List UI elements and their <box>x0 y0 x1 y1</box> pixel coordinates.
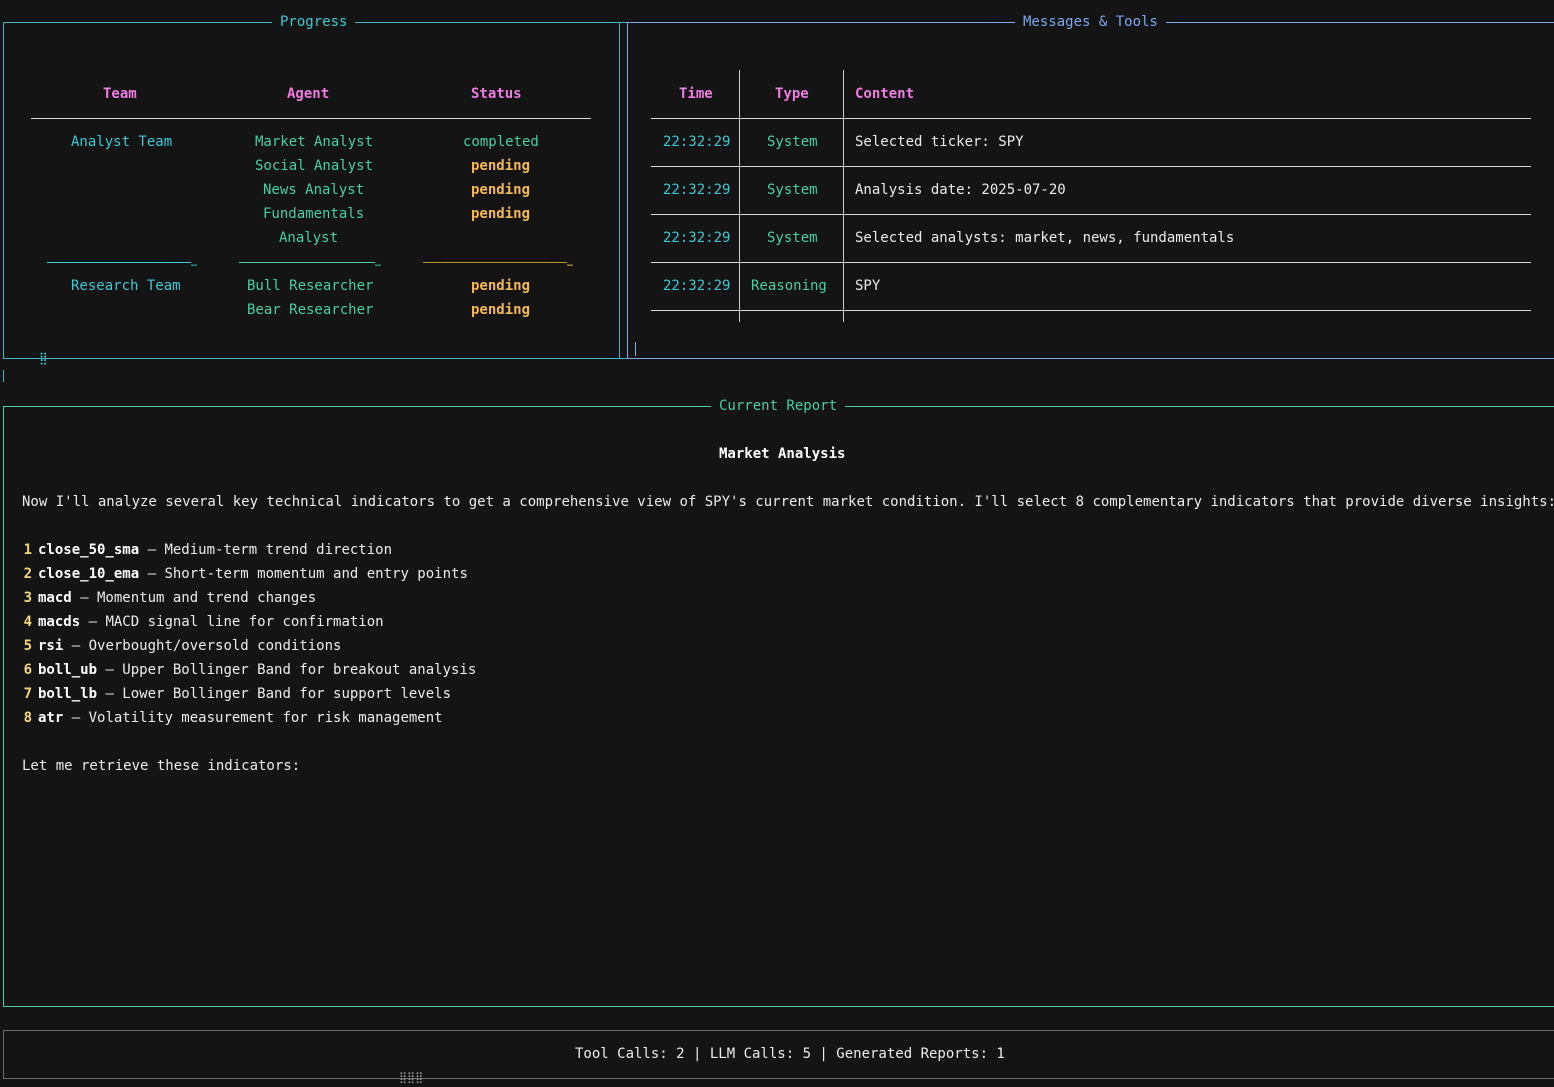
list-item: 7 boll_lb – Lower Bollinger Band for supp… <box>22 685 451 703</box>
team-research: Research Team <box>71 278 181 294</box>
list-item: 4 macds – MACD signal line for confirmati… <box>22 613 384 631</box>
message-content: SPY <box>855 278 881 294</box>
progress-spinner-icon: ⣿ <box>39 351 48 365</box>
list-item: 2 close_10_ema – Short-term momentum and … <box>22 565 468 583</box>
list-item: 5 rsi – Overbought/oversold conditions <box>22 637 342 655</box>
list-item-number: 8 <box>23 710 32 726</box>
message-type: System <box>767 134 818 150</box>
agent-news-analyst: News Analyst <box>263 182 365 198</box>
message-row-divider <box>651 262 1531 263</box>
progress-panel-title: Progress <box>272 13 356 31</box>
status-social-analyst: pending <box>471 158 531 174</box>
agent-bull-researcher: Bull Researcher <box>247 278 374 294</box>
status-bear-researcher: pending <box>471 302 531 318</box>
message-time: 22:32:29 <box>663 278 731 294</box>
messages-header-type: Type <box>775 86 809 102</box>
list-item-key: boll_lb <box>38 686 98 702</box>
team-separator-2-ellipsis: … <box>375 258 382 269</box>
team-analyst: Analyst Team <box>71 134 173 150</box>
footer-spinner-icon: ⣿⣿⣿ <box>399 1071 424 1084</box>
agent-social-analyst: Social Analyst <box>255 158 374 174</box>
list-item-key: macd <box>38 590 72 606</box>
message-row-divider <box>651 214 1531 215</box>
report-heading: Market Analysis <box>719 446 846 462</box>
message-content: Analysis date: 2025-07-20 <box>855 182 1066 198</box>
list-item-number: 5 <box>23 638 32 654</box>
team-separator-1 <box>47 262 191 263</box>
messages-panel-title: Messages & Tools <box>1015 13 1166 31</box>
agent-market-analyst: Market Analyst <box>255 134 374 150</box>
team-separator-2 <box>239 262 375 263</box>
message-row-divider <box>651 310 1531 311</box>
list-item-desc: – Lower Bollinger Band for support level… <box>97 686 452 702</box>
stats-text: Tool Calls: 2 | LLM Calls: 5 | Generated… <box>575 1046 1005 1062</box>
messages-header-time: Time <box>679 86 713 102</box>
list-item-desc: – Momentum and trend changes <box>71 590 317 606</box>
progress-inner-edge <box>619 23 620 358</box>
messages-header-content: Content <box>855 86 915 102</box>
list-item-number: 3 <box>23 590 32 606</box>
team-separator-3 <box>423 262 567 263</box>
list-item-number: 7 <box>23 686 32 702</box>
list-item: 1 close_50_sma – Medium-term trend direct… <box>22 541 392 559</box>
list-item: 8 atr – Volatility measurement for risk m… <box>22 709 443 727</box>
list-item-desc: – MACD signal line for confirmation <box>80 614 384 630</box>
progress-header-status: Status <box>471 86 522 102</box>
report-outro: Let me retrieve these indicators: <box>22 758 301 774</box>
messages-inner-edge <box>635 342 636 356</box>
message-content: Selected analysts: market, news, fundame… <box>855 230 1235 246</box>
list-item-desc: – Upper Bollinger Band for breakout anal… <box>97 662 477 678</box>
list-item-desc: – Medium-term trend direction <box>139 542 393 558</box>
progress-header-divider <box>31 118 591 119</box>
status-bull-researcher: pending <box>471 278 531 294</box>
list-item-key: boll_ub <box>38 662 98 678</box>
list-item: 6 boll_ub – Upper Bollinger Band for brea… <box>22 661 477 679</box>
list-item-key: rsi <box>38 638 64 654</box>
list-item-number: 4 <box>23 614 32 630</box>
progress-header-agent: Agent <box>287 86 330 102</box>
messages-col-divider-1 <box>739 70 740 322</box>
messages-header-divider <box>651 118 1531 119</box>
message-time: 22:32:29 <box>663 230 731 246</box>
list-item-desc: – Short-term momentum and entry points <box>139 566 468 582</box>
messages-col-divider-2 <box>843 70 844 322</box>
list-item-desc: – Volatility measurement for risk manage… <box>63 710 443 726</box>
report-panel-title: Current Report <box>711 397 846 415</box>
progress-header-team: Team <box>103 86 137 102</box>
message-type: Reasoning <box>751 278 827 294</box>
message-row-divider <box>651 166 1531 167</box>
list-item-number: 1 <box>23 542 32 558</box>
message-time: 22:32:29 <box>663 182 731 198</box>
agent-bear-researcher: Bear Researcher <box>247 302 374 318</box>
list-item-number: 2 <box>23 566 32 582</box>
team-separator-3-ellipsis: … <box>567 258 574 269</box>
message-type: System <box>767 182 818 198</box>
report-intro: Now I'll analyze several key technical i… <box>22 494 1554 510</box>
message-time: 22:32:29 <box>663 134 731 150</box>
list-item: 3 macd – Momentum and trend changes <box>22 589 317 607</box>
agent-fundamentals-analyst-line2: Analyst <box>279 230 339 246</box>
message-content: Selected ticker: SPY <box>855 134 1024 150</box>
list-item-desc: – Overbought/oversold conditions <box>63 638 342 654</box>
status-news-analyst: pending <box>471 182 531 198</box>
team-separator-1-ellipsis: … <box>191 258 198 269</box>
status-fundamentals-analyst: pending <box>471 206 531 222</box>
list-item-key: close_50_sma <box>38 542 140 558</box>
status-market-analyst: completed <box>463 134 539 150</box>
message-type: System <box>767 230 818 246</box>
agent-fundamentals-analyst: Fundamentals <box>263 206 365 222</box>
list-item-number: 6 <box>23 662 32 678</box>
list-item-key: atr <box>38 710 64 726</box>
list-item-key: close_10_ema <box>38 566 140 582</box>
progress-corner-mark <box>3 370 4 382</box>
list-item-key: macds <box>38 614 81 630</box>
